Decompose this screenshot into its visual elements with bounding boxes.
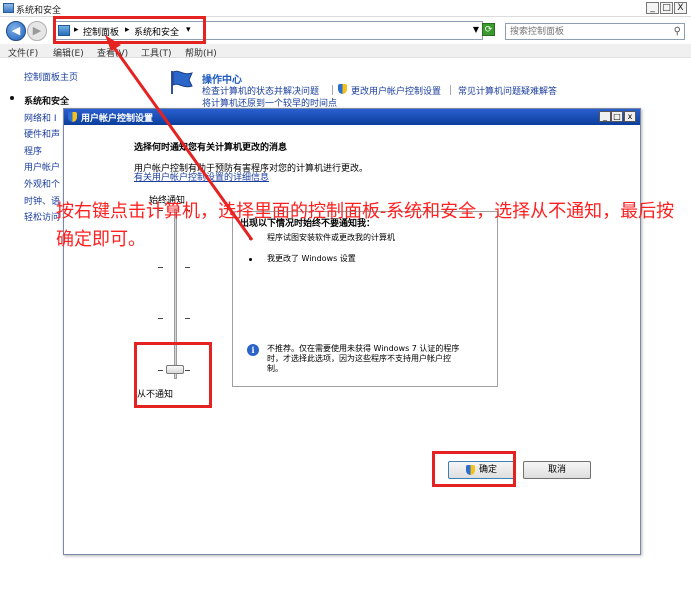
annotation-arrow bbox=[105, 35, 254, 241]
annotation-text: 按右键点击计算机，选择里面的控制面板-系统和安全，选择从不通知，最后按确定即可。 bbox=[56, 201, 675, 250]
annotation-box-ok bbox=[432, 451, 516, 487]
annotation-box-slider bbox=[134, 342, 212, 408]
annotation-box-breadcrumb bbox=[53, 16, 206, 44]
